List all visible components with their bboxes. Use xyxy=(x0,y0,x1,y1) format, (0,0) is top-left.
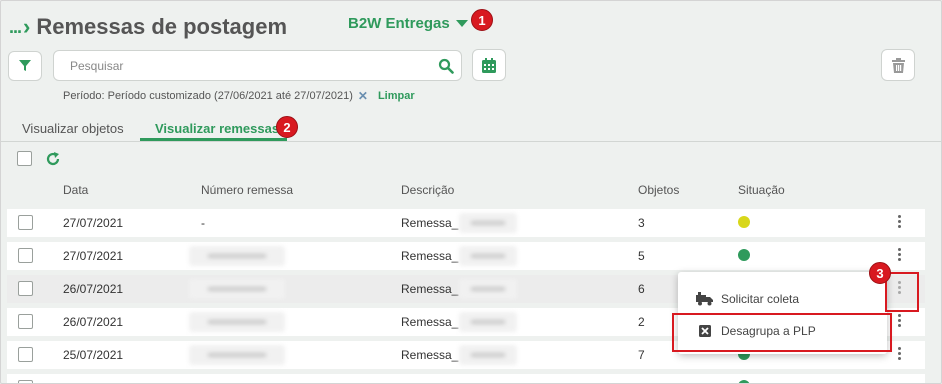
row-checkbox[interactable] xyxy=(18,380,33,383)
caret-down-icon xyxy=(455,20,468,27)
row-date: 26/07/2021 xyxy=(63,282,124,296)
redacted-number xyxy=(189,279,285,299)
page-title: Remessas de postagem xyxy=(36,14,288,39)
app-frame: ... › Remessas de postagem B2W Entregas … xyxy=(0,0,942,384)
row-checkbox[interactable] xyxy=(18,248,33,263)
table-toolbar xyxy=(17,151,60,166)
row-date: 27/07/2021 xyxy=(63,216,124,230)
company-selector[interactable]: B2W Entregas xyxy=(348,15,468,32)
redacted-text xyxy=(459,213,517,233)
column-header-number: Número remessa xyxy=(201,183,294,197)
status-dot xyxy=(738,249,750,261)
tab-objects[interactable]: Visualizar objetos xyxy=(22,121,124,136)
redacted-text xyxy=(459,312,517,332)
row-objects: 5 xyxy=(638,249,645,263)
row-date: 25/07/2021 xyxy=(63,348,124,362)
close-icon[interactable]: ✕ xyxy=(358,89,368,103)
search-input[interactable] xyxy=(54,58,431,73)
column-header-objects: Objetos xyxy=(638,183,680,197)
row-description: Remessa_ xyxy=(401,315,459,329)
table-row[interactable]: 27/07/2021 - Remessa_ 3 xyxy=(7,209,925,237)
redacted-number xyxy=(189,246,285,266)
status-dot xyxy=(738,216,750,228)
redacted-text xyxy=(459,279,517,299)
tab-bar: Visualizar objetos Visualizar remessas xyxy=(1,116,941,142)
row-date: 27/07/2021 xyxy=(63,249,124,263)
delete-button[interactable] xyxy=(881,49,915,81)
tab-shipments[interactable]: Visualizar remessas xyxy=(155,121,279,136)
select-all-checkbox[interactable] xyxy=(17,151,32,166)
highlight-box-kebab xyxy=(885,272,919,312)
redacted-text xyxy=(459,345,517,365)
annotation-badge-1: 1 xyxy=(471,9,493,31)
highlight-box-ungroup xyxy=(672,313,892,352)
row-objects: 3 xyxy=(638,216,645,230)
more-vertical-icon[interactable] xyxy=(898,347,902,360)
table-row[interactable] xyxy=(7,374,925,383)
calendar-button[interactable] xyxy=(472,49,506,81)
row-checkbox[interactable] xyxy=(18,314,33,329)
company-label: B2W Entregas xyxy=(348,15,450,32)
row-objects: 2 xyxy=(638,315,645,329)
menu-item-label: Solicitar coleta xyxy=(721,292,800,306)
more-vertical-icon[interactable] xyxy=(898,215,902,228)
chevron-right-icon: › xyxy=(23,14,31,39)
column-header-date: Data xyxy=(63,183,89,197)
redacted-text xyxy=(459,246,517,266)
more-vertical-icon[interactable] xyxy=(898,248,902,261)
search-icon[interactable] xyxy=(431,58,461,74)
row-objects: 6 xyxy=(638,282,645,296)
status-dot xyxy=(738,380,750,383)
row-objects: 7 xyxy=(638,348,645,362)
page-header: ... › Remessas de postagem xyxy=(9,9,287,45)
period-text: Período: Período customizado (27/06/2021… xyxy=(63,90,353,102)
more-vertical-icon[interactable] xyxy=(898,314,902,327)
annotation-badge-3: 3 xyxy=(869,262,891,284)
calendar-icon xyxy=(482,57,496,73)
row-number: - xyxy=(201,216,205,230)
row-description: Remessa_ xyxy=(401,216,459,230)
row-description: Remessa_ xyxy=(401,282,459,296)
redacted-number xyxy=(189,345,285,365)
filter-button[interactable] xyxy=(8,51,42,81)
breadcrumb[interactable]: ... xyxy=(9,17,22,38)
search-box xyxy=(53,50,462,81)
table-row[interactable]: 27/07/2021 Remessa_ 5 xyxy=(7,242,925,270)
clear-filter-link[interactable]: Limpar xyxy=(378,90,415,102)
refresh-icon[interactable] xyxy=(46,151,60,166)
row-description: Remessa_ xyxy=(401,348,459,362)
row-checkbox[interactable] xyxy=(18,281,33,296)
filter-icon xyxy=(19,60,31,71)
annotation-badge-2: 2 xyxy=(276,116,298,138)
column-header-status: Situação xyxy=(738,183,785,197)
truck-icon xyxy=(695,292,715,306)
period-filter: Período: Período customizado (27/06/2021… xyxy=(63,89,415,103)
row-checkbox[interactable] xyxy=(18,215,33,230)
column-header-description: Descrição xyxy=(401,183,455,197)
row-description: Remessa_ xyxy=(401,249,459,263)
trash-icon xyxy=(891,57,905,73)
redacted-number xyxy=(189,312,285,332)
menu-item-request-pickup[interactable]: Solicitar coleta xyxy=(678,283,887,315)
row-checkbox[interactable] xyxy=(18,347,33,362)
row-date: 26/07/2021 xyxy=(63,315,124,329)
active-tab-indicator xyxy=(140,138,287,141)
